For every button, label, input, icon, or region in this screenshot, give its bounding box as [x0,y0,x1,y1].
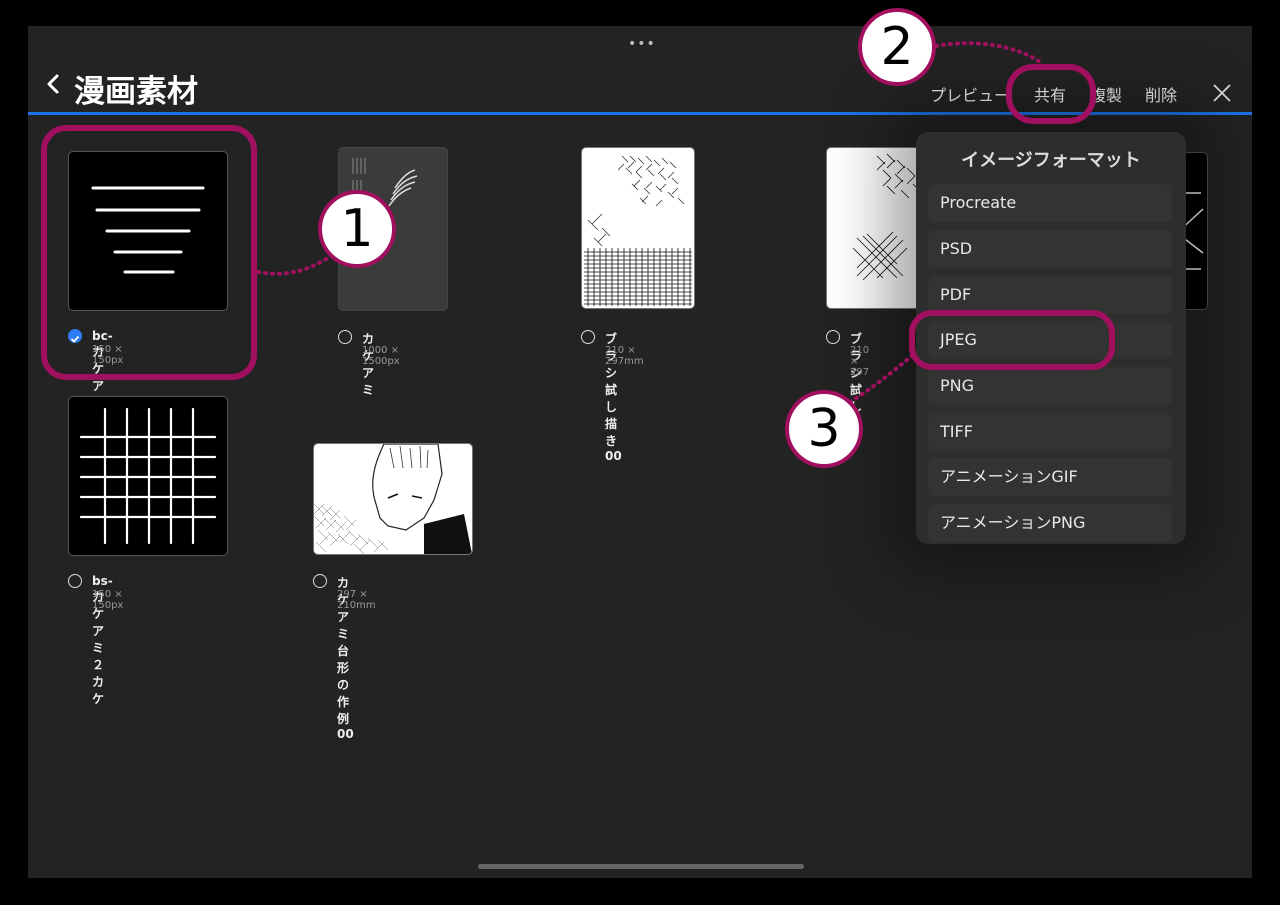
highlight-share-button [1006,64,1096,124]
connector-1 [256,250,338,276]
step-badge-3: 3 [785,390,863,468]
step-badge-2: 2 [858,8,936,86]
highlight-selected-item [41,125,257,380]
annotation-overlay [41,41,1115,404]
connector-2 [934,41,1042,64]
highlight-jpeg-option [909,310,1115,370]
step-badge-1: 1 [318,190,396,268]
connector-3 [848,354,914,404]
